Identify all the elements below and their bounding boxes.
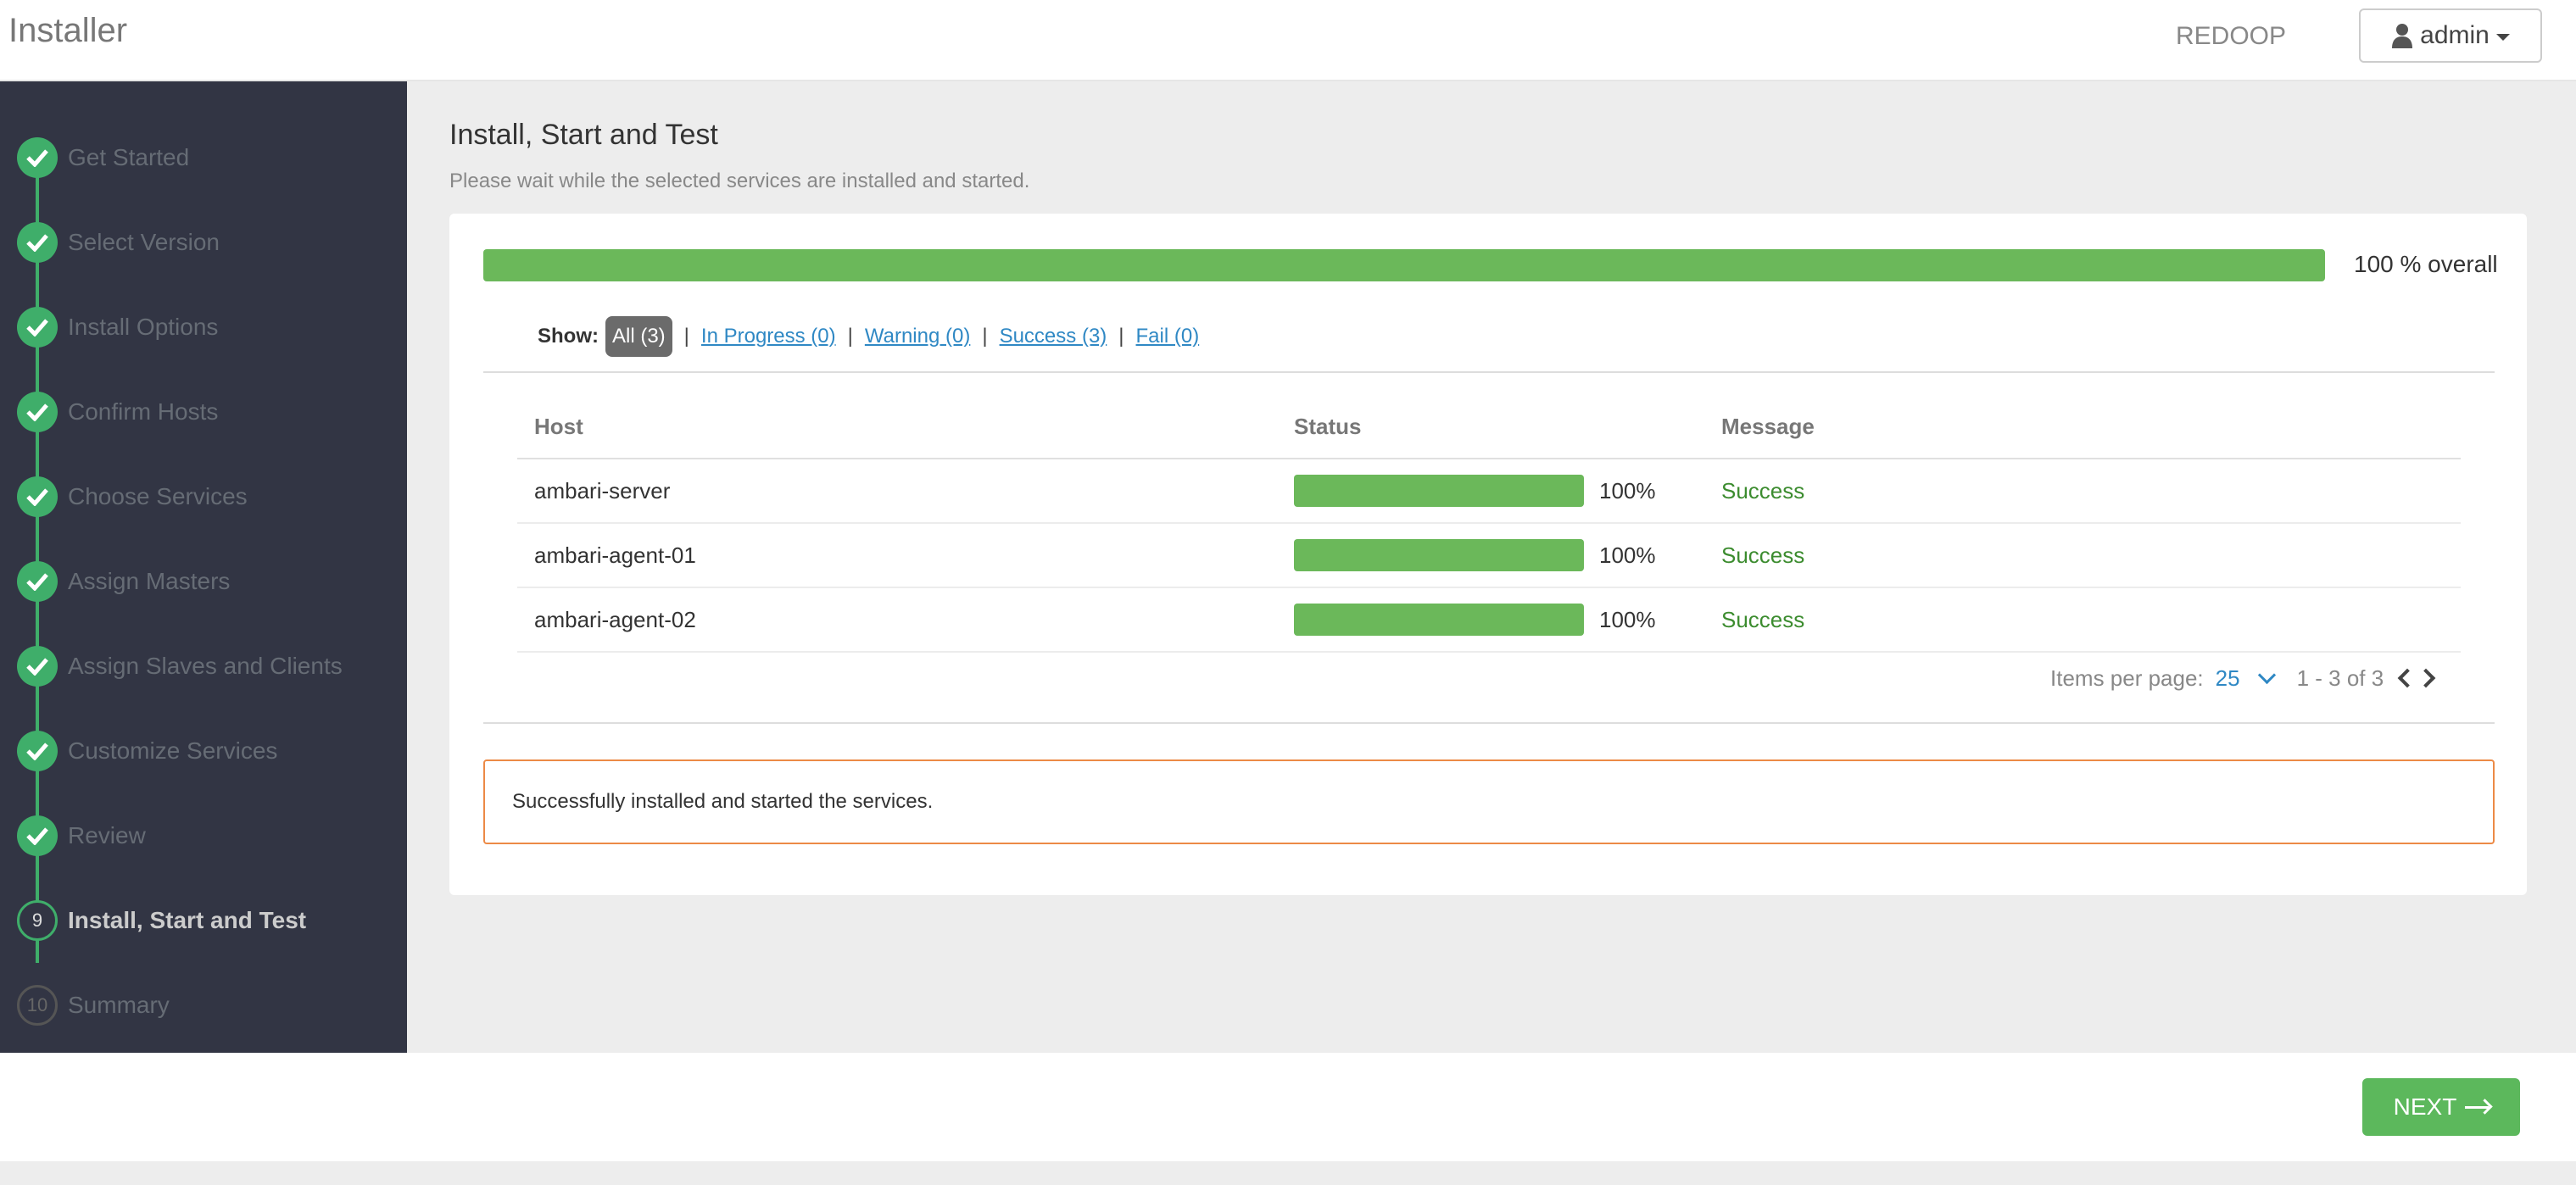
table-pager: Items per page: 25 1 - 3 of 3 [2050,661,2436,695]
hosts-table: Host Status Message ambari-server 100% S… [517,400,2461,653]
step-label: Summary [68,992,170,1018]
step-label: Review [68,822,146,848]
step-label: Confirm Hosts [68,398,219,425]
install-progress-card: 100 % overall Show: All (3) | In Progres… [449,214,2527,895]
table-header: Host Status Message [517,400,2461,459]
page-subtitle: Please wait while the selected services … [449,170,1030,192]
step-label: Assign Masters [68,568,231,594]
host-name[interactable]: ambari-server [534,478,670,504]
filter-separator: | [1118,325,1124,348]
step-get-started[interactable]: Get Started [0,132,407,183]
host-progress-percent: 100% [1599,478,1656,503]
check-icon [17,222,58,263]
install-result-alert: Successfully installed and started the s… [483,759,2495,844]
check-icon [17,137,58,178]
filter-in-progress[interactable]: In Progress (0) [701,325,836,348]
check-icon [17,561,58,602]
wizard-sidebar: Get Started Select Version Install Optio… [0,81,407,1053]
filter-show-label: Show: [538,325,599,348]
column-header-host: Host [534,414,583,439]
step-number: 9 [17,900,58,941]
user-menu-button[interactable]: admin [2359,8,2542,63]
divider [483,722,2495,724]
chevron-down-icon [2495,34,2510,41]
table-row: ambari-agent-02 100% Success [517,588,2461,653]
step-select-version[interactable]: Select Version [0,217,407,268]
step-label: Install Options [68,314,219,340]
step-install-options[interactable]: Install Options [0,302,407,353]
filter-separator: | [847,325,853,348]
host-progress-percent: 100% [1599,607,1656,632]
column-header-status: Status [1294,414,1362,439]
wizard-footer: NEXT [0,1053,2576,1161]
app-title: Installer [8,12,128,49]
filter-separator: | [982,325,988,348]
step-review[interactable]: Review [0,810,407,861]
step-assign-masters[interactable]: Assign Masters [0,556,407,607]
items-per-page-label: Items per page: [2050,665,2204,691]
step-confirm-hosts[interactable]: Confirm Hosts [0,387,407,437]
host-status-message[interactable]: Success [1721,542,1804,569]
top-header: Installer REDOOP admin [0,0,2576,81]
chevron-down-icon[interactable] [2257,665,2276,684]
host-status-message[interactable]: Success [1721,478,1804,504]
page-title: Install, Start and Test [449,119,718,151]
filter-separator: | [683,325,689,348]
step-install-start-test[interactable]: 9 Install, Start and Test [0,895,407,946]
step-label: Install, Start and Test [68,907,307,933]
host-status-message[interactable]: Success [1721,607,1804,633]
pager-range: 1 - 3 of 3 [2296,665,2384,691]
step-number: 10 [17,985,58,1026]
overall-progress-label: 100 % overall [2354,251,2498,277]
step-choose-services[interactable]: Choose Services [0,471,407,522]
divider [483,371,2495,373]
check-icon [17,646,58,687]
next-button[interactable]: NEXT [2362,1078,2520,1136]
filter-all[interactable]: All (3) [605,316,672,357]
table-row: ambari-agent-01 100% Success [517,524,2461,588]
host-name[interactable]: ambari-agent-02 [534,607,696,633]
step-label: Select Version [68,229,220,255]
check-icon [17,392,58,432]
step-summary: 10 Summary [0,980,407,1031]
step-customize-services[interactable]: Customize Services [0,726,407,776]
check-icon [17,476,58,517]
status-filter-bar: Show: All (3) | In Progress (0) | Warnin… [538,315,1199,358]
chevron-right-icon[interactable] [2416,668,2436,688]
filter-warning[interactable]: Warning (0) [865,325,970,348]
table-row: ambari-server 100% Success [517,459,2461,524]
overall-progress-bar [483,249,2325,281]
host-progress-bar [1294,604,1584,636]
host-progress-percent: 100% [1599,542,1656,568]
user-name: admin [2420,21,2490,49]
step-label: Assign Slaves and Clients [68,653,343,679]
items-per-page-select[interactable]: 25 [2216,665,2240,692]
check-icon [17,731,58,771]
step-assign-slaves-clients[interactable]: Assign Slaves and Clients [0,641,407,692]
step-label: Customize Services [68,737,278,764]
cluster-name[interactable]: REDOOP [2176,22,2286,51]
check-icon [17,815,58,856]
user-icon [2392,24,2413,48]
filter-fail[interactable]: Fail (0) [1136,325,1200,348]
step-label: Choose Services [68,483,248,509]
chevron-left-icon[interactable] [2397,668,2417,688]
column-header-message: Message [1721,414,1815,439]
main-content: Install, Start and Test Please wait whil… [407,81,2576,1053]
host-name[interactable]: ambari-agent-01 [534,542,696,569]
check-icon [17,307,58,348]
next-button-label: NEXT [2393,1093,2457,1120]
filter-success[interactable]: Success (3) [1000,325,1107,348]
host-progress-bar [1294,539,1584,571]
bottom-strip [0,1161,2576,1185]
arrow-right-icon [2465,1105,2490,1109]
step-label: Get Started [68,144,190,170]
host-progress-bar [1294,475,1584,507]
